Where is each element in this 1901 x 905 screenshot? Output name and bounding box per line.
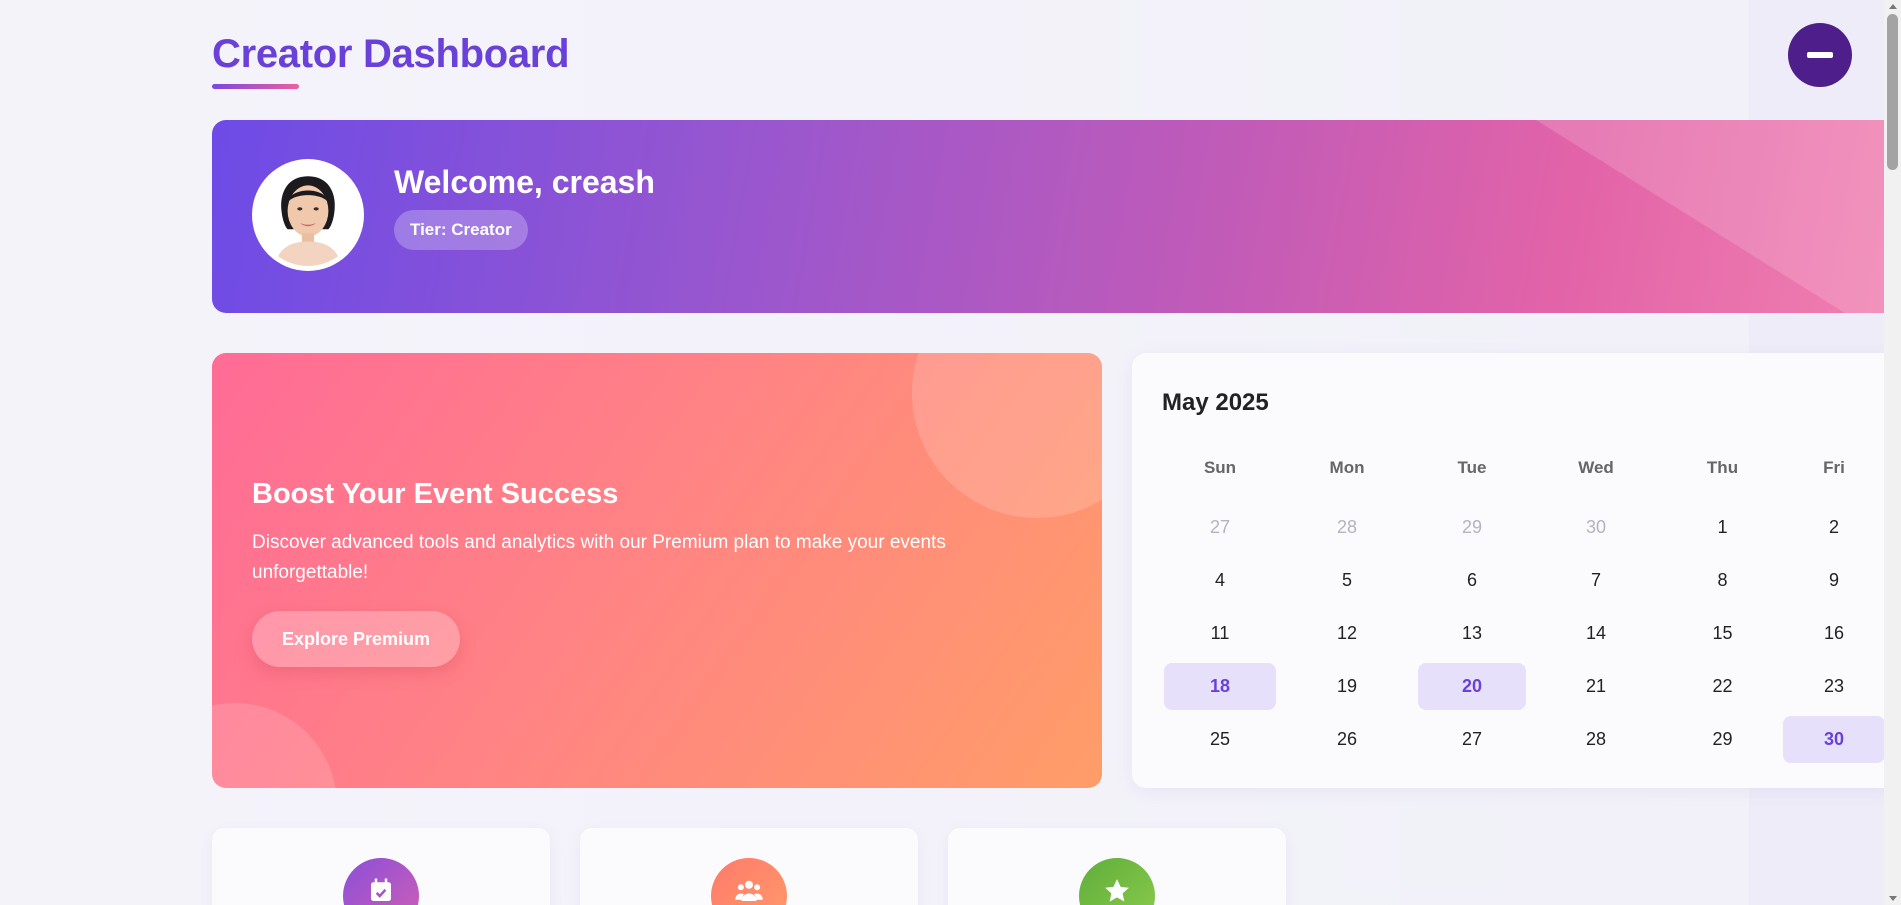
users-icon	[711, 858, 787, 905]
calendar-day[interactable]: 12	[1280, 610, 1414, 657]
weekday-header: Wed	[1578, 458, 1614, 477]
calendar-day-event[interactable]: 20	[1418, 663, 1526, 710]
avatar[interactable]	[252, 159, 364, 271]
calendar-card: May 2025 Sun Mon Tue Wed Thu Fri 27 28 29 30 1 2 4 5 6…	[1132, 353, 1892, 788]
calendar-day[interactable]: 14	[1530, 610, 1662, 657]
calendar-day[interactable]: 7	[1530, 557, 1662, 604]
calendar-day[interactable]: 28	[1280, 504, 1414, 551]
premium-promo-card: Boost Your Event Success Discover advanc…	[212, 353, 1102, 788]
calendar-day[interactable]: 23	[1783, 663, 1885, 710]
calendar-grid: Sun Mon Tue Wed Thu Fri 27 28 29 30 1 2 4 5 6 7 8 9 11 12 13…	[1162, 448, 1887, 766]
calendar-day[interactable]: 5	[1280, 557, 1414, 604]
calendar-day[interactable]: 2	[1783, 504, 1885, 551]
weekday-header: Tue	[1457, 458, 1487, 477]
stat-card-ratings[interactable]	[948, 828, 1286, 905]
promo-description: Discover advanced tools and analytics wi…	[252, 532, 946, 583]
calendar-day[interactable]: 19	[1280, 663, 1414, 710]
scroll-up-icon[interactable]	[1889, 4, 1897, 9]
menu-toggle-button[interactable]	[1788, 23, 1852, 87]
calendar-day[interactable]: 11	[1164, 610, 1276, 657]
calendar-day[interactable]: 4	[1164, 557, 1276, 604]
calendar-day[interactable]: 27	[1418, 716, 1526, 763]
calendar-day[interactable]: 25	[1164, 716, 1276, 763]
promo-decoration-circle	[912, 353, 1102, 518]
calendar-day[interactable]: 21	[1530, 663, 1662, 710]
page-title: Creator Dashboard	[212, 32, 570, 76]
calendar-day[interactable]: 1	[1666, 504, 1779, 551]
promo-title: Boost Your Event Success	[252, 478, 619, 510]
calendar-day[interactable]: 29	[1418, 504, 1526, 551]
weekday-header: Sun	[1203, 458, 1237, 477]
promo-decoration-circle	[212, 703, 337, 788]
calendar-day[interactable]: 13	[1418, 610, 1526, 657]
calendar-check-icon	[343, 858, 419, 905]
calendar-day[interactable]: 15	[1666, 610, 1779, 657]
calendar-day[interactable]: 8	[1666, 557, 1779, 604]
weekday-header: Fri	[1823, 458, 1845, 477]
weekday-header: Mon	[1329, 458, 1365, 477]
title-underline	[212, 84, 299, 89]
profile-photo	[257, 164, 359, 266]
calendar-day-event[interactable]: 18	[1164, 663, 1276, 710]
minus-icon	[1807, 52, 1833, 58]
explore-premium-button[interactable]: Explore Premium	[252, 611, 461, 667]
calendar-day[interactable]: 16	[1783, 610, 1885, 657]
welcome-heading: Welcome, creash	[394, 164, 655, 200]
calendar-day[interactable]: 22	[1666, 663, 1779, 710]
calendar-day[interactable]: 9	[1783, 557, 1885, 604]
weekday-header: Thu	[1706, 458, 1739, 477]
calendar-day[interactable]: 30	[1530, 504, 1662, 551]
banner-decoration	[1472, 120, 1892, 313]
stat-card-events[interactable]	[212, 828, 550, 905]
scroll-thumb[interactable]	[1887, 14, 1898, 170]
calendar-day[interactable]: 29	[1666, 716, 1779, 763]
calendar-day[interactable]: 28	[1530, 716, 1662, 763]
vertical-scrollbar[interactable]	[1884, 0, 1901, 905]
calendar-day[interactable]: 27	[1164, 504, 1276, 551]
tier-badge: Tier: Creator	[394, 210, 528, 250]
calendar-day[interactable]: 26	[1280, 716, 1414, 763]
dashboard-viewport: Creator Dashboard Welcome, creash Tier: …	[0, 0, 1901, 905]
welcome-banner: Welcome, creash Tier: Creator	[212, 120, 1892, 313]
calendar-day[interactable]: 6	[1418, 557, 1526, 604]
scroll-down-icon[interactable]	[1889, 896, 1897, 901]
stat-card-attendees[interactable]	[580, 828, 918, 905]
star-icon	[1079, 858, 1155, 905]
calendar-month-title: May 2025	[1162, 389, 1269, 416]
calendar-day-event[interactable]: 30	[1783, 716, 1885, 763]
